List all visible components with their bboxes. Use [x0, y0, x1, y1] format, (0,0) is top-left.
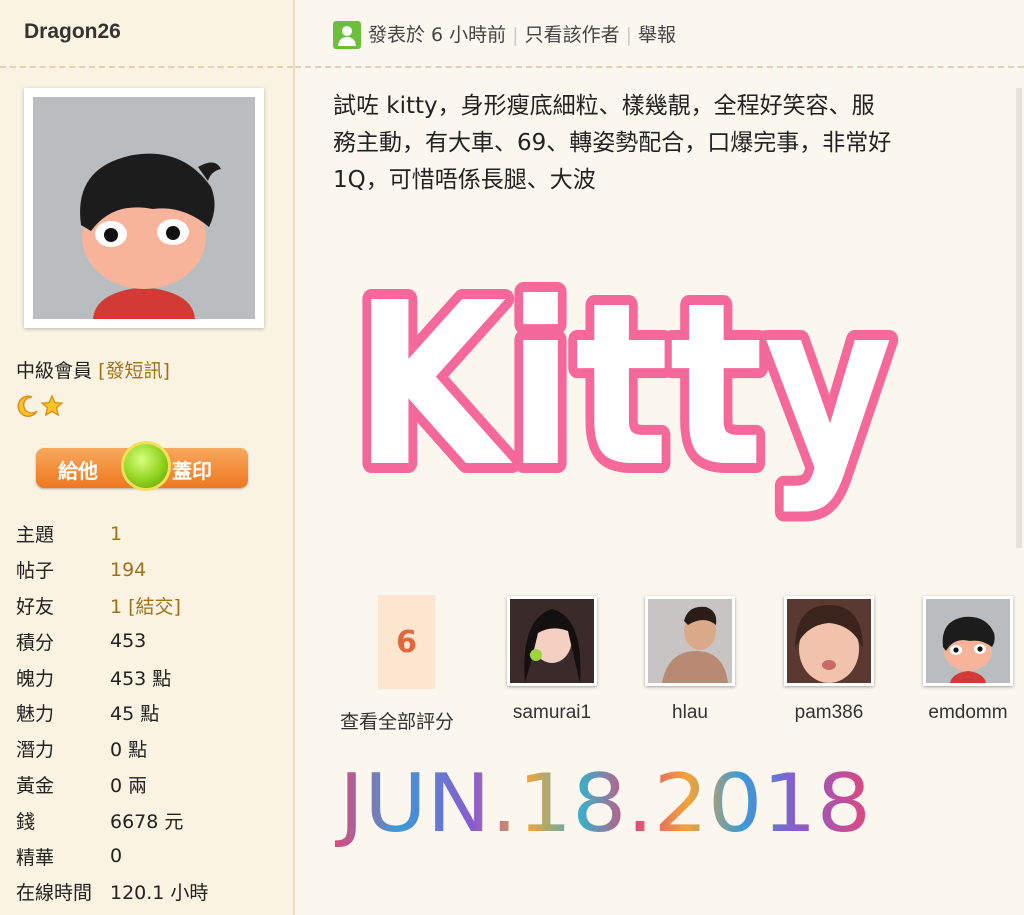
- add-friend-link[interactable]: [結交]: [128, 596, 181, 618]
- post-line: 務主動，有大車、69、轉姿勢配合，口爆完事，非常好: [333, 130, 892, 156]
- post-meta: 發表於 6 小時前 | 只看該作者 | 舉報: [368, 24, 677, 46]
- rater-pam386[interactable]: pam386: [779, 596, 879, 724]
- scrollbar[interactable]: [1016, 88, 1022, 548]
- stat-value[interactable]: 1: [110, 523, 122, 545]
- stat-label: 好友: [16, 595, 55, 618]
- report-link[interactable]: 舉報: [638, 24, 676, 46]
- rater-name[interactable]: emdomm: [918, 702, 1018, 724]
- stat-posts: 帖子 194: [16, 552, 286, 588]
- rater-avatar[interactable]: [507, 596, 597, 686]
- stat-label: 在線時間: [16, 882, 93, 905]
- stat-value: 1 [結交]: [110, 592, 181, 619]
- rank-label: 中級會員: [16, 360, 93, 382]
- stat-label: 積分: [16, 631, 55, 654]
- stat-online-time: 在線時間 120.1 小時: [16, 874, 286, 910]
- header-divider: [295, 66, 1024, 68]
- stat-label: 帖子: [16, 560, 55, 583]
- avatar[interactable]: [24, 88, 264, 328]
- rater-avatar[interactable]: [923, 596, 1013, 686]
- user-stats: 主題 1 帖子 194 好友 1 [結交] 積分 453 魄力 453 點 魅力…: [16, 516, 286, 910]
- user-sidebar: Dragon26 中級會員 [發短訊] 給他 蓋印 主題 1 帖子 194 好友…: [0, 0, 295, 915]
- rater-avatar[interactable]: [784, 596, 874, 686]
- date-word-art: JUN.18.2018: [335, 757, 871, 850]
- stat-value: 0 兩: [110, 774, 148, 797]
- stat-points: 積分 453: [16, 623, 286, 659]
- user-online-icon: [333, 21, 361, 49]
- date-text: JUN.18.2018: [335, 757, 871, 850]
- stat-label: 精華: [16, 846, 55, 869]
- rater-avatar[interactable]: [645, 596, 735, 686]
- stat-essence: 精華 0: [16, 838, 286, 874]
- stat-charm: 魅力 45 點: [16, 695, 286, 731]
- stat-value[interactable]: 194: [110, 559, 146, 581]
- rater-name[interactable]: samurai1: [502, 702, 602, 724]
- kitty-text: Kitty: [353, 255, 893, 517]
- star-icon: [40, 394, 64, 417]
- stat-label: 錢: [16, 810, 36, 833]
- stat-label: 魄力: [16, 667, 55, 690]
- only-author-link[interactable]: 只看該作者: [525, 24, 620, 46]
- post-body: 試咗 kitty，身形瘦底細粒、樣幾靚，全程好笑容、服 務主動，有大車、69、轉…: [333, 88, 993, 199]
- stat-value: 453: [110, 630, 147, 653]
- stat-value: 120.1 小時: [110, 882, 209, 905]
- stat-value: 0: [110, 845, 123, 868]
- stat-courage: 魄力 453 點: [16, 659, 286, 695]
- rater-name[interactable]: pam386: [779, 702, 879, 724]
- stat-potential: 潛力 0 點: [16, 731, 286, 767]
- stamp-right-label: 蓋印: [172, 459, 212, 483]
- member-rank: 中級會員 [發短訊]: [16, 356, 170, 383]
- post-line: 試咗 kitty，身形瘦底細粒、樣幾靚，全程好笑容、服: [333, 93, 875, 119]
- rater-samurai1[interactable]: samurai1: [502, 596, 602, 724]
- stat-value: 45 點: [110, 703, 160, 726]
- moon-icon: [17, 395, 38, 417]
- friends-count[interactable]: 1: [110, 596, 122, 618]
- stat-value: 6678 元: [110, 810, 184, 833]
- stat-topics: 主題 1: [16, 516, 286, 552]
- stamp-left-label: 給他: [58, 459, 98, 483]
- stat-value: 0 點: [110, 739, 148, 762]
- rater-hlau[interactable]: hlau: [640, 596, 740, 724]
- stat-money: 錢 6678 元: [16, 802, 286, 838]
- stat-label: 主題: [16, 524, 55, 547]
- stat-friends: 好友 1 [結交]: [16, 588, 286, 624]
- stat-label: 黃金: [16, 774, 55, 797]
- kitty-word-art: Kitty: [343, 245, 903, 527]
- rating-total[interactable]: 6: [378, 595, 435, 689]
- rank-icons: [16, 394, 64, 418]
- sidebar-divider: [0, 66, 293, 68]
- rater-name[interactable]: hlau: [640, 702, 740, 724]
- send-pm-link[interactable]: [發短訊]: [98, 360, 170, 382]
- green-ball-icon: [124, 444, 168, 488]
- give-stamp-button[interactable]: 給他 蓋印: [36, 444, 248, 488]
- stat-label: 魅力: [16, 703, 55, 726]
- post-time: 發表於 6 小時前: [368, 24, 507, 46]
- stat-value: 453 點: [110, 667, 172, 690]
- username[interactable]: Dragon26: [24, 20, 121, 44]
- rater-emdomm[interactable]: emdomm: [918, 596, 1018, 724]
- view-all-ratings-link[interactable]: 查看全部評分: [340, 707, 454, 734]
- stat-label: 潛力: [16, 739, 55, 762]
- stat-gold: 黃金 0 兩: [16, 767, 286, 803]
- post-line: 1Q，可惜唔係長腿、大波: [333, 167, 596, 193]
